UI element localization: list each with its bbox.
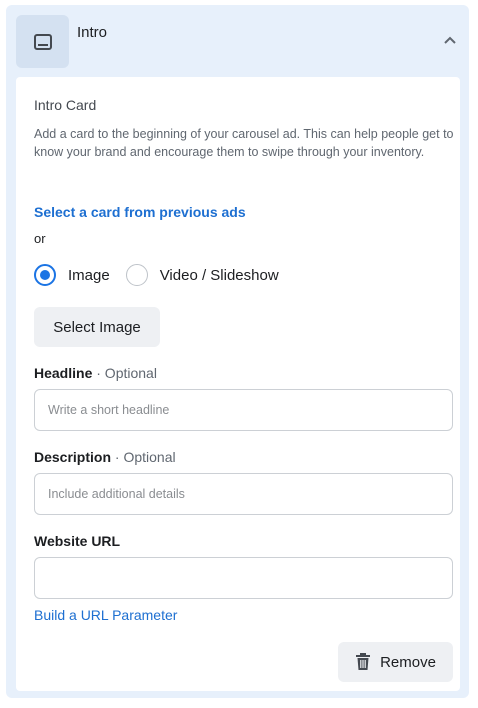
or-separator: or: [34, 231, 46, 246]
website-url-label-text: Website URL: [34, 533, 121, 549]
select-previous-card-link[interactable]: Select a card from previous ads: [34, 204, 246, 220]
video-slideshow-radio-label: Video / Slideshow: [159, 266, 279, 284]
chevron-up-icon[interactable]: [442, 34, 458, 46]
media-type-options: Image Video / Slideshow: [34, 264, 279, 286]
intro-panel: Intro Intro Card Add a card to the begin…: [6, 5, 469, 698]
description-label-text: Description: [34, 449, 112, 465]
card-icon: [33, 33, 52, 50]
description-input[interactable]: [34, 473, 453, 515]
trash-icon: [356, 653, 371, 670]
section-title: Intro Card: [34, 97, 97, 113]
intro-card-form: Intro Card Add a card to the beginning o…: [16, 77, 460, 691]
image-radio-label: Image: [68, 266, 110, 284]
select-image-button[interactable]: Select Image: [34, 307, 160, 347]
panel-title: Intro: [77, 24, 108, 41]
video-slideshow-radio[interactable]: [125, 264, 148, 286]
headline-label: Headline · Optional: [34, 365, 157, 381]
description-label: Description · Optional: [34, 449, 176, 465]
image-radio[interactable]: [34, 264, 56, 286]
headline-label-text: Headline: [34, 365, 93, 381]
remove-button[interactable]: Remove: [338, 642, 453, 682]
description-optional-text: · Optional: [114, 449, 176, 465]
website-url-label: Website URL: [34, 533, 120, 549]
remove-button-label: Remove: [380, 653, 436, 671]
headline-input[interactable]: [34, 389, 453, 431]
headline-optional-text: · Optional: [96, 365, 157, 381]
help-text: Add a card to the beginning of your caro…: [34, 127, 454, 159]
website-url-input[interactable]: [34, 557, 453, 599]
intro-header-icon-box: [16, 15, 69, 68]
build-url-parameter-link[interactable]: Build a URL Parameter: [34, 607, 177, 623]
